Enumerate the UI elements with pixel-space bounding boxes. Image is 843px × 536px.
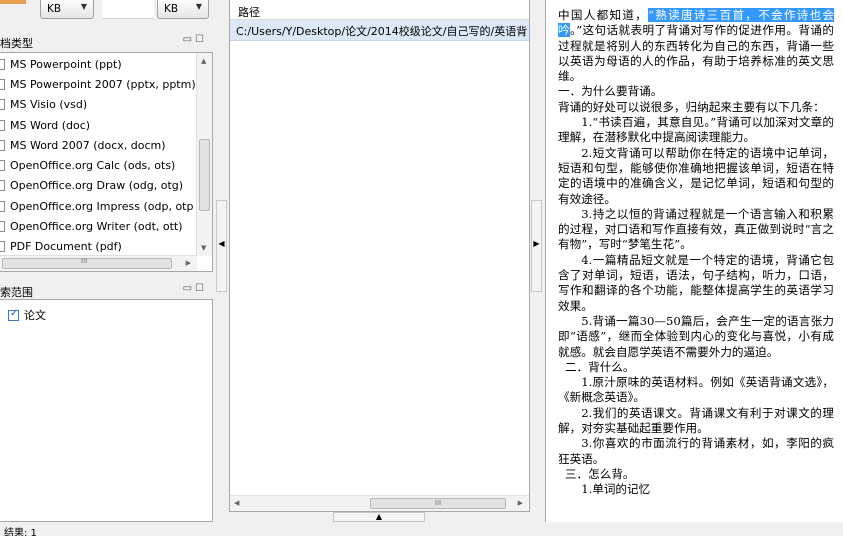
doc-types-header: 档类型 ▭☐ xyxy=(0,31,213,51)
min-size-unit-select[interactable]: KB ▼ xyxy=(40,0,94,19)
checkbox[interactable] xyxy=(0,139,5,151)
min-unit-label: KB xyxy=(47,3,62,15)
doc-type-label: OpenOffice.org Calc (ods, ots) xyxy=(10,159,176,173)
chevron-down-icon: ▼ xyxy=(80,2,87,11)
preview-paragraph: 二．背什么。 xyxy=(564,359,635,374)
scope-list: 论文 xyxy=(0,299,213,522)
column-header-label: 路径 xyxy=(238,6,260,19)
scroll-right-icon[interactable]: ▶ xyxy=(518,499,523,507)
doc-types-title: 档类型 xyxy=(0,37,33,50)
checkbox[interactable] xyxy=(0,58,5,70)
checkbox[interactable] xyxy=(0,99,5,111)
checkbox[interactable] xyxy=(0,180,5,192)
max-unit-label: KB xyxy=(164,3,179,15)
checkbox[interactable] xyxy=(0,78,5,90)
checkbox-checked[interactable] xyxy=(8,308,19,321)
checkbox[interactable] xyxy=(0,221,5,233)
maximize-icon[interactable]: ☐ xyxy=(195,283,207,294)
grip-label: III xyxy=(434,499,442,507)
preview-paragraph: 2.我们的英语课文。背诵课文有利于对课文的理解，对夯实基础起重要作用。 xyxy=(558,405,834,436)
minimize-icon[interactable]: ▭ xyxy=(183,34,195,45)
doc-type-item[interactable]: MS Powerpoint 2007 (pptx, pptm) xyxy=(0,73,196,93)
preview-paragraph: 3.持之以恒的背诵过程就是一个语言输入和积累的过程，对口语和写作直接有效，真正做… xyxy=(558,206,834,252)
doc-type-item[interactable]: MS Word 2007 (docx, docm) xyxy=(0,134,196,154)
doc-type-label: MS Powerpoint 2007 (pptx, pptm) xyxy=(10,77,196,91)
doc-type-label: PDF Document (pdf) xyxy=(10,240,122,254)
results-panel: 路径 C:/Users/Y/Desktop/论文/2014校级论文/自己写的/英… xyxy=(229,0,530,512)
preview-paragraph: 5.背诵一篇30—50篇后，会产生一定的语言张力即“语感”，继而全体验到内心的变… xyxy=(558,313,834,359)
collapse-bottom-handle[interactable]: ▲ xyxy=(333,512,425,522)
chevron-left-icon: ◀ xyxy=(218,239,225,248)
result-path: C:/Users/Y/Desktop/论文/2014校级论文/自己写的/英语背 xyxy=(236,25,528,38)
paragraph-text: 中国人都知道， xyxy=(558,8,649,22)
collapse-right-handle[interactable]: ▶ xyxy=(531,200,542,292)
scroll-up-icon[interactable]: ▲ xyxy=(201,57,206,65)
scroll-right-icon[interactable]: ▶ xyxy=(186,259,191,267)
checkbox[interactable] xyxy=(0,119,5,131)
checkbox[interactable] xyxy=(0,200,5,212)
doc-types-list: MS Powerpoint (ppt) MS Powerpoint 2007 (p… xyxy=(0,52,213,272)
vertical-scrollbar[interactable]: ▲ ▼ xyxy=(196,53,212,256)
checkbox[interactable] xyxy=(0,241,5,253)
doc-type-label: OpenOffice.org Impress (odp, otp xyxy=(10,199,194,213)
preview-paragraph: 2.短文背诵可以帮助你在特定的语境中记单词，短语和句型，能够使你准确地把握该单词… xyxy=(558,145,834,206)
doc-type-label: MS Word (doc) xyxy=(10,118,91,132)
chevron-right-icon: ▶ xyxy=(533,239,540,248)
max-size-unit-select[interactable]: KB ▼ xyxy=(157,0,209,19)
scope-item[interactable]: 论文 xyxy=(8,307,46,323)
doc-type-item[interactable]: OpenOffice.org Writer (odt, ott) xyxy=(0,215,196,235)
maximize-icon[interactable]: ☐ xyxy=(195,34,207,45)
scroll-down-icon[interactable]: ▼ xyxy=(201,244,206,252)
doc-type-item[interactable]: OpenOffice.org Calc (ods, ots) xyxy=(0,154,196,174)
doc-type-item[interactable]: MS Powerpoint (ppt) xyxy=(0,53,196,73)
preview-paragraph: 1.“书读百遍，其意自见。”背诵可以加深对文章的理解，在潜移默化中提高阅读理能力… xyxy=(558,115,834,145)
doc-type-label: MS Word 2007 (docx, docm) xyxy=(10,138,166,152)
chevron-down-icon: ▼ xyxy=(195,2,202,11)
doc-type-label: MS Visio (vsd) xyxy=(10,98,88,112)
preview-paragraph: 1.原汁原味的英语材料。例如《英语背诵文选》，《新概念英语》。 xyxy=(558,375,834,405)
scope-title: 索范围 xyxy=(0,286,33,299)
scroll-thumb[interactable] xyxy=(199,139,210,211)
doc-type-label: OpenOffice.org Writer (odt, ott) xyxy=(10,220,183,234)
doc-type-label: MS Powerpoint (ppt) xyxy=(10,57,122,71)
preview-panel: 中国人都知道，“熟读唐诗三百首，不会作诗也会吟。”这句话就表明了背诵对写作的促进… xyxy=(545,0,843,522)
collapse-left-handle[interactable]: ◀ xyxy=(216,200,227,292)
preview-paragraph: 中国人都知道，“熟读唐诗三百首，不会作诗也会吟。”这句话就表明了背诵对写作的促进… xyxy=(558,8,834,84)
max-size-input[interactable] xyxy=(102,0,154,19)
preview-document: 中国人都知道，“熟读唐诗三百首，不会作诗也会吟。”这句话就表明了背诵对写作的促进… xyxy=(558,8,834,498)
status-bar: 结果: 1 xyxy=(0,522,843,536)
scope-item-label: 论文 xyxy=(24,309,46,322)
horizontal-scrollbar[interactable]: ◀ III ▶ xyxy=(230,495,529,511)
doc-type-item[interactable]: MS Visio (vsd) xyxy=(0,94,196,114)
doc-type-item[interactable]: PDF Document (pdf) xyxy=(0,236,196,256)
preview-paragraph: 3.你喜欢的市面流行的背诵素材，如，李阳的疯狂英语。 xyxy=(558,436,834,466)
orange-tab-icon xyxy=(0,0,26,4)
scroll-thumb[interactable]: III xyxy=(370,498,506,509)
minimize-icon[interactable]: ▭ xyxy=(183,283,195,294)
preview-paragraph: 一．为什么要背诵。 xyxy=(558,84,663,99)
checkbox[interactable] xyxy=(0,160,5,172)
preview-paragraph: 背诵的好处可以说很多，归纳起来主要有以下几条： xyxy=(558,99,825,114)
preview-paragraph: 1.单词的记忆 xyxy=(581,482,651,497)
paragraph-text: 。”这句话就表明了背诵对写作的促进作用。背诵的过程就是将别人的东西转化为自己的东… xyxy=(558,23,834,84)
doc-type-item[interactable]: OpenOffice.org Impress (odp, otp xyxy=(0,195,196,215)
result-count: 结果: 1 xyxy=(4,528,37,536)
size-filter-row: KB ▼ KB ▼ xyxy=(0,0,213,22)
preview-paragraph: 4.一篇精品短文就是一个特定的语境，背诵它包含了对单词，短语，语法，句子结构，听… xyxy=(558,252,834,313)
chevron-up-icon: ▲ xyxy=(375,512,383,521)
doc-type-label: OpenOffice.org Draw (odg, otg) xyxy=(10,179,184,193)
left-panel: KB ▼ KB ▼ 档类型 ▭☐ MS Powerpoint (ppt) MS P… xyxy=(0,0,213,522)
scroll-thumb[interactable]: III xyxy=(2,257,172,269)
result-row[interactable]: C:/Users/Y/Desktop/论文/2014校级论文/自己写的/英语背 xyxy=(230,20,529,41)
preview-paragraph: 三．怎么背。 xyxy=(564,466,635,481)
doc-type-item[interactable]: OpenOffice.org Draw (odg, otg) xyxy=(0,175,196,195)
scroll-left-icon[interactable]: ◀ xyxy=(234,499,239,507)
horizontal-scrollbar[interactable]: III ▶ xyxy=(0,255,197,271)
column-header-path[interactable]: 路径 xyxy=(230,0,529,20)
scope-header: 索范围 ▭☐ xyxy=(0,280,213,300)
grip-label: III xyxy=(81,257,88,265)
doc-type-item[interactable]: MS Word (doc) xyxy=(0,114,196,134)
